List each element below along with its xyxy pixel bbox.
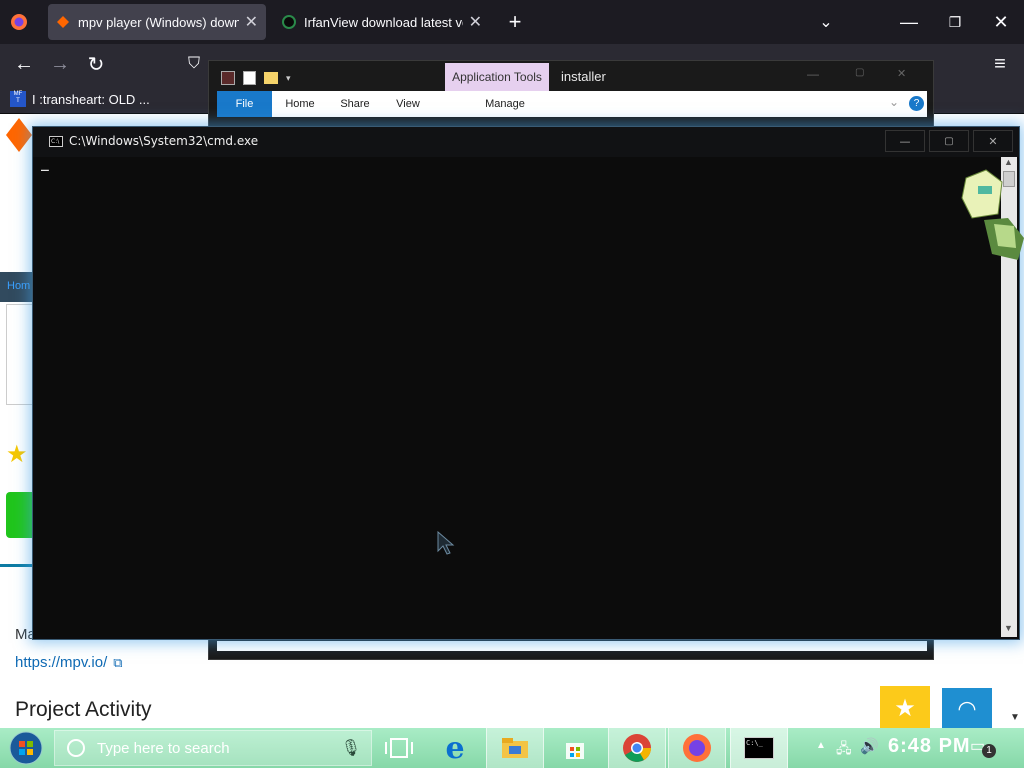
text-cursor: _ (41, 157, 49, 172)
store-icon[interactable] (546, 728, 604, 768)
explorer-maximize-icon[interactable]: ▢ (855, 67, 864, 78)
taskbar-search-box[interactable]: Type here to search 🎙 (54, 730, 372, 766)
help-icon[interactable]: ? (909, 96, 924, 111)
rss-feed-button[interactable]: ◠ (942, 688, 992, 730)
favorite-star-button[interactable]: ★ (880, 686, 930, 730)
minimize-icon[interactable]: — (886, 0, 932, 44)
site-logo-icon (6, 118, 32, 152)
notification-badge: 1 (982, 744, 996, 758)
star-icon[interactable]: ★ (6, 440, 28, 469)
forward-icon[interactable]: → (42, 44, 78, 84)
close-icon[interactable]: ✕ (978, 0, 1024, 44)
bookmark-label: I :transheart: OLD ... (32, 91, 150, 107)
bookmark-item[interactable]: MF T I :transheart: OLD ... (10, 88, 150, 110)
firefox-menu-icon[interactable] (6, 10, 32, 34)
browser-tab-irfanview[interactable]: IrfanView download latest ve ✕ (274, 4, 490, 40)
ribbon-tab-share[interactable]: Share (329, 91, 381, 117)
microphone-icon[interactable]: 🎙 (341, 738, 361, 758)
ribbon-tab-view[interactable]: View (385, 91, 431, 117)
ribbon-tab-file[interactable]: File (217, 91, 272, 117)
new-folder-icon[interactable] (264, 72, 278, 84)
desktop-mascot-image (958, 168, 1024, 260)
cmd-title-bar[interactable]: C:\ C:\Windows\System32\cmd.exe — ▢ ✕ (33, 127, 1019, 157)
explorer-minimize-icon[interactable]: — (807, 67, 819, 81)
network-icon[interactable]: 🖧 (836, 738, 852, 762)
customize-toolbar-icon[interactable]: ▾ (286, 73, 291, 84)
homepage-link-row[interactable]: https://mpv.io/ ⧉ (15, 654, 123, 671)
tab-title: mpv player (Windows) downloa (78, 14, 239, 30)
new-tab-button[interactable]: + (502, 6, 528, 38)
search-placeholder: Type here to search (97, 739, 230, 757)
cmd-icon: C:\ (49, 136, 63, 147)
home-link[interactable]: Hom (7, 280, 30, 292)
edge-icon[interactable]: e (426, 728, 484, 768)
homepage-url-link[interactable]: https://mpv.io/ (15, 654, 107, 671)
cmd-console[interactable]: _ (37, 157, 1001, 637)
windows-taskbar: Type here to search 🎙 e C:\_ ▲ 🖧 🔊 6:48 … (0, 728, 1024, 768)
search-circle-icon (67, 739, 85, 757)
start-button[interactable] (6, 731, 46, 765)
tab-title: IrfanView download latest ve (304, 14, 463, 30)
show-hidden-icons-icon[interactable]: ▲ (816, 740, 826, 751)
external-link-icon: ⧉ (113, 654, 123, 670)
volume-icon[interactable]: 🔊 (860, 737, 879, 755)
scroll-down-icon[interactable]: ▼ (1004, 623, 1013, 633)
ribbon-tab-home[interactable]: Home (275, 91, 325, 117)
bookmark-badge-icon: MF T (10, 91, 26, 107)
task-view-icon[interactable] (370, 728, 428, 768)
ribbon-expand-icon[interactable]: ⌄ (889, 95, 899, 109)
explorer-title: installer (561, 69, 606, 84)
cmd-title-text: C:\Windows\System32\cmd.exe (69, 134, 259, 148)
cmd-taskbar-icon[interactable]: C:\_ (730, 728, 788, 768)
close-tab-icon[interactable]: ✕ (463, 12, 482, 32)
firefox-icon[interactable] (668, 728, 726, 768)
app-menu-icon[interactable]: ≡ (982, 44, 1018, 84)
back-icon[interactable]: ← (6, 44, 42, 84)
scroll-up-icon[interactable]: ▲ (1004, 157, 1013, 167)
list-all-tabs-icon[interactable]: ⌄ (812, 8, 840, 36)
cmd-minimize-icon[interactable]: — (885, 130, 925, 152)
cmd-window[interactable]: C:\ C:\Windows\System32\cmd.exe — ▢ ✕ _ … (32, 126, 1020, 640)
close-tab-icon[interactable]: ✕ (239, 12, 258, 32)
sourceforge-icon (57, 16, 69, 28)
chrome-icon[interactable] (608, 728, 666, 768)
browser-tab-bar: mpv player (Windows) downloa ✕ IrfanView… (0, 0, 1024, 44)
properties-icon[interactable] (243, 71, 256, 85)
irfanview-icon (282, 15, 296, 29)
ribbon-tab-manage[interactable]: Manage (453, 91, 557, 117)
file-explorer-icon[interactable] (486, 728, 544, 768)
cmd-close-icon[interactable]: ✕ (973, 130, 1013, 152)
cmd-maximize-icon[interactable]: ▢ (929, 130, 969, 152)
tracking-protection-icon[interactable]: ⛉ (176, 44, 212, 84)
ribbon-context-header: Application Tools (445, 63, 549, 91)
mouse-pointer-icon (437, 531, 455, 555)
explorer-close-icon[interactable]: ✕ (897, 67, 906, 80)
notification-center-icon[interactable]: ▭ 1 (970, 736, 996, 760)
explorer-ribbon-tabs: File Home Share View Manage ⌄ ? (217, 91, 927, 117)
explorer-status-bar (217, 641, 927, 651)
page-scrollbar-arrow-icon[interactable]: ▼ (1010, 712, 1020, 723)
reload-icon[interactable]: ↻ (78, 44, 114, 84)
restore-icon[interactable]: ❐ (932, 0, 978, 44)
clock[interactable]: 6:48 PM (888, 735, 971, 758)
browser-tab-mpv[interactable]: mpv player (Windows) downloa ✕ (48, 4, 266, 40)
explorer-app-icon (221, 71, 235, 85)
explorer-quick-access-toolbar: ▾ (221, 67, 291, 89)
windows-logo-icon (9, 731, 43, 765)
section-heading: Project Activity (15, 698, 152, 721)
